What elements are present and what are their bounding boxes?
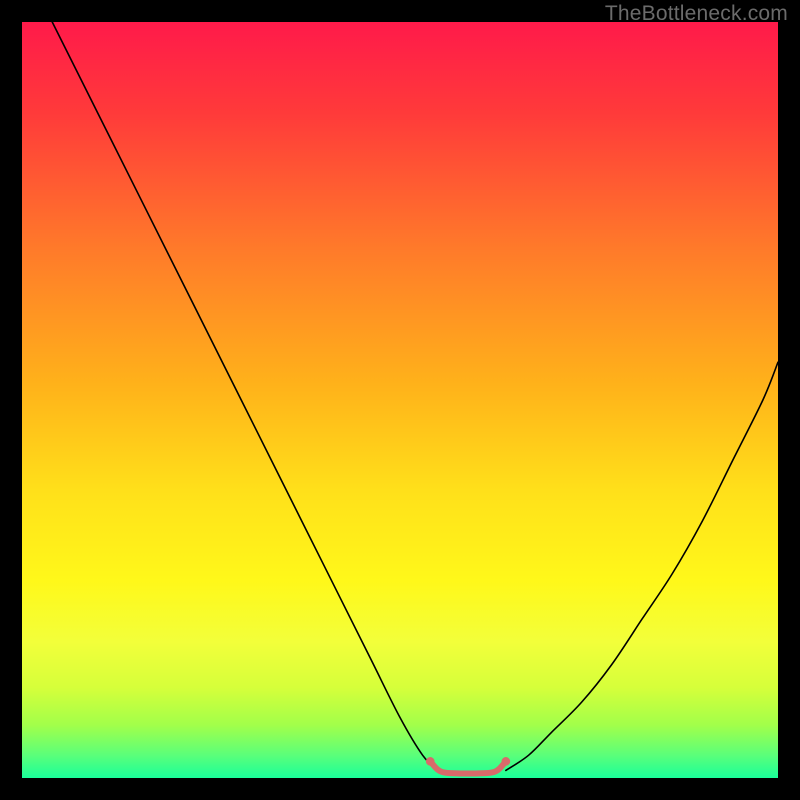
gradient-background — [22, 22, 778, 778]
chart-container: TheBottleneck.com — [0, 0, 800, 800]
watermark-text: TheBottleneck.com — [605, 2, 788, 26]
plot-area — [22, 22, 778, 778]
